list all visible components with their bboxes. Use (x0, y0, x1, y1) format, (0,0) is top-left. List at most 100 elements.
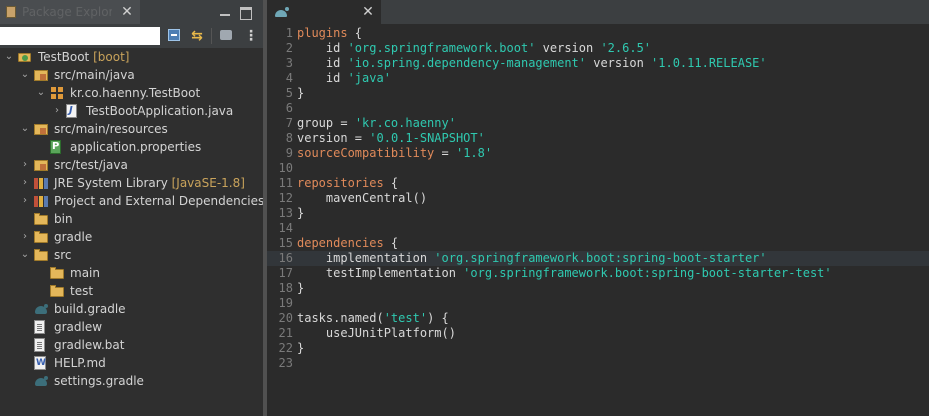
tree-item[interactable]: › Project and External Dependencies (0, 192, 264, 210)
line-number: 7 (285, 116, 293, 130)
close-icon[interactable]: ✕ (120, 3, 134, 21)
toolbar-divider (211, 28, 212, 44)
code-line[interactable]: 19 (267, 296, 929, 311)
tree-item[interactable]: test (0, 282, 263, 300)
code-token: { (383, 236, 399, 250)
link-with-editor-icon[interactable]: ⇆ (188, 27, 206, 45)
tree-item[interactable]: ⌄ TestBoot [boot] (0, 48, 263, 66)
code-line[interactable]: 10 (267, 161, 929, 176)
expand-chevron-icon[interactable]: ⌄ (20, 246, 30, 264)
tree-item-label: src (54, 246, 72, 264)
filter-input[interactable] (0, 27, 160, 45)
tree-item[interactable]: › TestBootApplication.java (0, 102, 263, 120)
tree-item[interactable]: main (0, 264, 263, 282)
tree-item[interactable]: › JRE System Library [JavaSE-1.8] (0, 174, 263, 192)
code-line[interactable]: 17 testImplementation 'org.springframewo… (267, 266, 929, 281)
view-options-button[interactable] (218, 27, 236, 45)
code-line[interactable]: 2 id 'org.springframework.boot' version … (267, 41, 929, 56)
code-token: version (586, 56, 652, 70)
code-line[interactable]: 15 dependencies { (267, 236, 929, 251)
code-line[interactable]: 9 sourceCompatibility = '1.8' (267, 146, 929, 161)
minimize-icon[interactable] (218, 5, 232, 19)
markdown-file-icon (34, 354, 46, 372)
code-line[interactable]: 12 mavenCentral() (267, 191, 929, 206)
code-line[interactable]: 22} (267, 341, 929, 356)
code-line[interactable]: 23 (267, 356, 929, 371)
code-text: } (297, 341, 304, 356)
collapse-chevron-icon (36, 138, 46, 156)
code-line[interactable]: 6 (267, 101, 929, 116)
package-explorer-tabbar: Package Explorer ✕ (0, 0, 263, 24)
tree-item-name: src/main/java (54, 68, 135, 82)
collapse-chevron-icon[interactable]: › (20, 192, 30, 210)
view-menu-icon[interactable]: ⋮ (242, 27, 260, 45)
code-text: testImplementation 'org.springframework.… (297, 266, 832, 281)
properties-file-icon (50, 138, 61, 156)
tree-item-label: gradlew (54, 318, 102, 336)
editor-tabbar: ✕ (267, 0, 929, 24)
tree-item-name: src/main/resources (54, 122, 168, 136)
tree-item-label: application.properties (70, 138, 201, 156)
code-token: mavenCentral() (297, 191, 428, 205)
code-line[interactable]: 1 plugins { (267, 26, 929, 41)
code-line[interactable]: 5} (267, 86, 929, 101)
code-line[interactable]: 7 group = 'kr.co.haenny' (267, 116, 929, 131)
collapse-chevron-icon[interactable]: › (20, 156, 30, 174)
expand-chevron-icon[interactable]: ⌄ (20, 66, 30, 84)
code-line[interactable]: 11 repositories { (267, 176, 929, 191)
tree-item[interactable]: application.properties (0, 138, 263, 156)
tree-item[interactable]: › gradle (0, 228, 263, 246)
code-line[interactable]: 4 id 'java' (267, 71, 929, 86)
code-token: = (347, 131, 370, 145)
tree-item[interactable]: ⌄ kr.co.haenny.TestBoot (0, 84, 263, 102)
tree-item[interactable]: ⌄ src (0, 246, 263, 264)
tree-item-label: JRE System Library [JavaSE-1.8] (54, 174, 245, 192)
tree-item[interactable]: HELP.md (0, 354, 263, 372)
expand-chevron-icon[interactable]: ⌄ (4, 48, 14, 66)
code-text: version = '0.0.1-SNAPSHOT' (297, 131, 485, 146)
line-number: 3 (285, 56, 293, 70)
string-token: '2.6.5' (600, 41, 652, 55)
code-line[interactable]: 8 version = '0.0.1-SNAPSHOT' (267, 131, 929, 146)
code-text: id 'io.spring.dependency-management' ver… (297, 56, 767, 71)
code-text: plugins { (297, 26, 362, 41)
code-token: implementation (297, 251, 435, 265)
code-text: useJUnitPlatform() (297, 326, 456, 341)
code-line[interactable]: 18} (267, 281, 929, 296)
expand-chevron-icon[interactable]: ⌄ (20, 120, 30, 138)
code-text: id 'org.springframework.boot' version '2… (297, 41, 651, 56)
tree-item[interactable]: › src/test/java (0, 156, 263, 174)
collapse-chevron-icon[interactable]: › (52, 102, 62, 120)
expand-chevron-icon[interactable]: ⌄ (36, 84, 46, 102)
tree-item[interactable]: build.gradle (0, 300, 263, 318)
line-number: 18 (278, 281, 293, 295)
tree-item[interactable]: bin (0, 210, 263, 228)
code-line[interactable]: 13} (267, 206, 929, 221)
string-token: 'org.springframework.boot:spring-boot-st… (463, 266, 832, 280)
string-token: 'test' (383, 311, 428, 325)
code-line[interactable]: 14 (267, 221, 929, 236)
code-line[interactable]: 20 tasks.named('test') { (267, 311, 929, 326)
collapse-chevron-icon[interactable]: › (20, 228, 30, 246)
tree-item[interactable]: gradlew (0, 318, 263, 336)
code-text: repositories { (297, 176, 398, 191)
code-token: tasks.named( (297, 311, 384, 325)
close-icon[interactable]: ✕ (361, 3, 375, 21)
tree-item[interactable]: settings.gradle (0, 372, 263, 390)
collapse-chevron-icon[interactable]: › (20, 174, 30, 192)
editor-tab-build-gradle[interactable]: ✕ (267, 0, 381, 24)
code-line[interactable]: 21 useJUnitPlatform() (267, 326, 929, 341)
tree-item[interactable]: ⌄ src/main/resources (0, 120, 263, 138)
line-number: 11 (278, 176, 293, 190)
tree-item[interactable]: ⌄ src/main/java (0, 66, 263, 84)
line-number: 2 (285, 41, 293, 55)
code-line[interactable]: 16 implementation 'org.springframework.b… (267, 251, 929, 266)
source-folder-icon (34, 122, 48, 136)
collapse-all-button[interactable] (166, 27, 184, 45)
tree-item[interactable]: gradlew.bat (0, 336, 263, 354)
tree-item-name: bin (54, 212, 73, 226)
package-explorer-tab[interactable]: Package Explorer ✕ (0, 0, 140, 24)
maximize-icon[interactable] (240, 7, 252, 20)
code-line[interactable]: 3 id 'io.spring.dependency-management' v… (267, 56, 929, 71)
code-area[interactable]: 1 plugins {2 id 'org.springframework.boot… (267, 26, 929, 371)
